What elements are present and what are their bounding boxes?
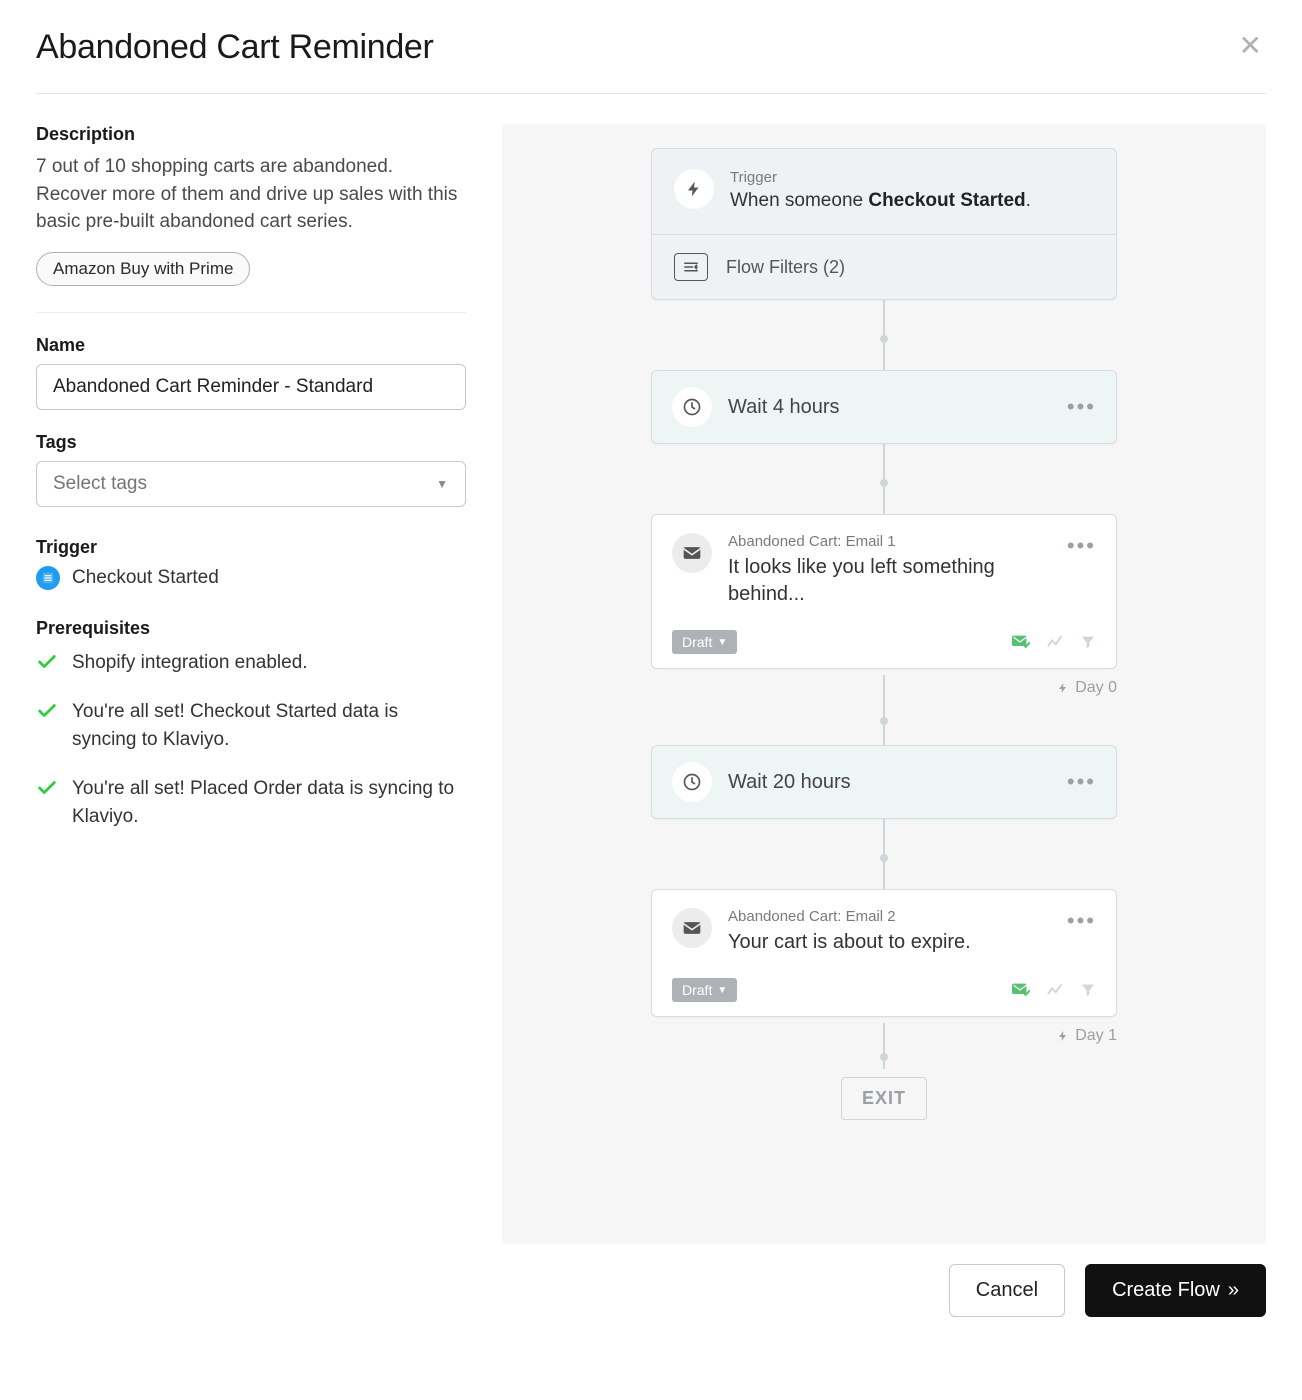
create-flow-button[interactable]: Create Flow » <box>1085 1264 1266 1317</box>
more-icon[interactable]: ••• <box>1067 394 1096 420</box>
email-subject: It looks like you left something behind.… <box>728 554 1051 608</box>
wait-text: Wait 20 hours <box>728 771 1067 794</box>
create-flow-label: Create Flow <box>1112 1279 1220 1302</box>
smart-send-icon[interactable] <box>1010 634 1030 650</box>
flow-filters-label: Flow Filters (2) <box>726 257 845 278</box>
close-icon[interactable]: ✕ <box>1235 28 1266 64</box>
modal-header: Abandoned Cart Reminder ✕ <box>36 28 1266 94</box>
config-sidebar: Description 7 out of 10 shopping carts a… <box>36 124 466 1244</box>
integration-chip[interactable]: Amazon Buy with Prime <box>36 252 250 286</box>
check-icon <box>36 777 58 799</box>
tags-select[interactable] <box>36 461 466 507</box>
wait-text: Wait 4 hours <box>728 396 1067 419</box>
prereq-item: You're all set! Checkout Started data is… <box>36 698 466 753</box>
flow-email-card[interactable]: Abandoned Cart: Email 2 Your cart is abo… <box>651 889 1117 1017</box>
more-icon[interactable]: ••• <box>1067 769 1096 795</box>
trigger-value: Checkout Started <box>72 567 219 589</box>
check-icon <box>36 700 58 722</box>
flow-filters-row[interactable]: Flow Filters (2) <box>674 235 1094 299</box>
trigger-suffix: . <box>1026 190 1031 211</box>
email-subject: Your cart is about to expire. <box>728 929 1051 956</box>
clock-icon <box>672 762 712 802</box>
analytics-icon[interactable] <box>1046 983 1064 997</box>
flow-trigger-card[interactable]: Trigger When someone Checkout Started. F… <box>651 148 1117 300</box>
more-icon[interactable]: ••• <box>1067 533 1096 559</box>
description-label: Description <box>36 124 466 145</box>
divider <box>36 312 466 313</box>
mail-icon <box>672 533 712 573</box>
trigger-card-text: When someone Checkout Started. <box>730 190 1031 212</box>
analytics-icon[interactable] <box>1046 635 1064 649</box>
clock-icon <box>672 387 712 427</box>
flow-wait-card[interactable]: Wait 4 hours ••• <box>651 370 1117 444</box>
prereq-item: Shopify integration enabled. <box>36 649 466 677</box>
name-input[interactable] <box>36 364 466 410</box>
day-text: Day 0 <box>1075 679 1117 697</box>
modal-footer: Cancel Create Flow » <box>36 1264 1266 1317</box>
status-text: Draft <box>682 634 712 650</box>
caret-down-icon: ▼ <box>717 637 727 648</box>
trigger-label: Trigger <box>36 537 466 558</box>
caret-down-icon: ▼ <box>717 985 727 996</box>
day-text: Day 1 <box>1075 1027 1117 1045</box>
prereq-text: Shopify integration enabled. <box>72 649 308 677</box>
bolt-icon <box>674 169 714 209</box>
more-icon[interactable]: ••• <box>1067 908 1096 934</box>
flow-wait-card[interactable]: Wait 20 hours ••• <box>651 745 1117 819</box>
trigger-card-label: Trigger <box>730 169 1031 186</box>
email-name: Abandoned Cart: Email 2 <box>728 908 1051 925</box>
flow-setup-modal: Abandoned Cart Reminder ✕ Description 7 … <box>0 0 1302 1341</box>
mail-icon <box>672 908 712 948</box>
status-badge[interactable]: Draft ▼ <box>672 978 737 1002</box>
flow-email-card[interactable]: Abandoned Cart: Email 1 It looks like yo… <box>651 514 1117 669</box>
trigger-event: Checkout Started <box>868 190 1025 211</box>
prereq-text: You're all set! Checkout Started data is… <box>72 698 466 753</box>
name-label: Name <box>36 335 466 356</box>
status-text: Draft <box>682 982 712 998</box>
prereq-label: Prerequisites <box>36 618 466 639</box>
trigger-prefix: When someone <box>730 190 868 211</box>
description-text: 7 out of 10 shopping carts are abandoned… <box>36 153 466 236</box>
email-name: Abandoned Cart: Email 1 <box>728 533 1051 550</box>
check-icon <box>36 651 58 673</box>
funnel-icon[interactable] <box>1080 634 1096 650</box>
flow-preview-panel: Trigger When someone Checkout Started. F… <box>502 124 1266 1244</box>
cancel-button[interactable]: Cancel <box>949 1264 1065 1317</box>
smart-send-icon[interactable] <box>1010 982 1030 998</box>
tags-label: Tags <box>36 432 466 453</box>
prereq-item: You're all set! Placed Order data is syn… <box>36 775 466 830</box>
chevron-right-icon: » <box>1228 1279 1239 1302</box>
trigger-row: Checkout Started <box>36 566 466 590</box>
modal-title: Abandoned Cart Reminder <box>36 28 434 67</box>
status-badge[interactable]: Draft ▼ <box>672 630 737 654</box>
flow-exit: EXIT <box>841 1077 927 1120</box>
trigger-source-icon <box>36 566 60 590</box>
funnel-icon[interactable] <box>1080 982 1096 998</box>
filter-list-icon <box>674 253 708 281</box>
prereq-list: Shopify integration enabled. You're all … <box>36 649 466 831</box>
prereq-text: You're all set! Placed Order data is syn… <box>72 775 466 830</box>
